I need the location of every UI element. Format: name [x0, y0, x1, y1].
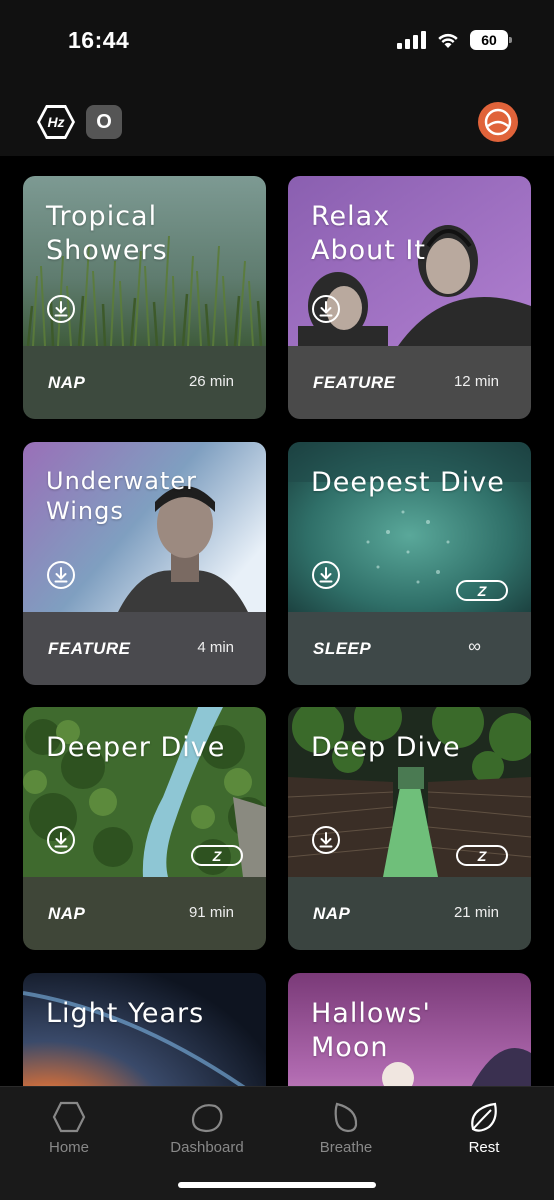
card-relax-about-it[interactable]: Relax About It FEATURE 12 min [288, 176, 531, 419]
leaf-icon [471, 1102, 497, 1132]
card-duration: 91 min [188, 904, 234, 921]
rest-content-grid: Tropical Showers NAP 26 min Relax About … [0, 156, 554, 1086]
card-category: NAP [48, 373, 86, 392]
sleep-z-badge: Z [456, 845, 508, 866]
sleep-z-badge: Z [191, 845, 243, 866]
hz-label: Hz [47, 114, 65, 130]
tab-label: Breathe [319, 1139, 373, 1156]
card-category: FEATURE [48, 639, 131, 658]
home-indicator [178, 1182, 376, 1188]
card-duration: ∞ [468, 636, 481, 656]
tab-dashboard[interactable]: Dashboard [152, 1101, 262, 1161]
card-title: Deeper Dive [46, 732, 226, 763]
card-category: NAP [48, 904, 86, 923]
hz-badge-button[interactable]: Hz [36, 104, 76, 140]
card-category: SLEEP [313, 639, 372, 658]
card-title: Relax About It [311, 201, 426, 266]
card-title: Deep Dive [311, 732, 461, 763]
o-badge-button[interactable]: O [86, 105, 122, 139]
card-title: Underwater Wings [46, 467, 198, 525]
card-title: Deepest Dive [311, 467, 505, 498]
tab-label: Rest [468, 1139, 500, 1156]
download-icon[interactable] [46, 825, 76, 855]
sleep-z-badge: Z [456, 580, 508, 601]
card-duration: 4 min [197, 639, 234, 656]
app-header: Hz O [0, 86, 554, 156]
blob-icon [191, 1104, 223, 1133]
card-category: FEATURE [313, 373, 396, 392]
card-underwater-wings[interactable]: Underwater Wings FEATURE 4 min [23, 442, 266, 685]
tab-home[interactable]: Home [14, 1101, 124, 1161]
card-duration: 21 min [453, 904, 499, 921]
card-deep-dive[interactable]: Deep Dive Z NAP 21 min [288, 707, 531, 950]
card-title: Tropical Showers [46, 201, 168, 266]
download-icon[interactable] [46, 560, 76, 590]
status-time: 16:44 [68, 27, 130, 53]
cellular-signal-icon [397, 31, 426, 49]
battery-indicator: 60 [470, 30, 512, 50]
tab-label: Home [48, 1139, 89, 1156]
profile-icon[interactable] [478, 102, 518, 142]
card-title: Light Years [46, 998, 205, 1029]
card-tropical-showers[interactable]: Tropical Showers NAP 26 min [23, 176, 266, 419]
card-category: NAP [313, 904, 351, 923]
download-icon[interactable] [311, 560, 341, 590]
status-bar: 16:44 60 [0, 0, 554, 86]
card-duration: 12 min [453, 373, 499, 390]
card-duration: 26 min [188, 373, 234, 390]
tab-label: Dashboard [170, 1139, 244, 1156]
wifi-icon [438, 33, 458, 48]
download-icon[interactable] [311, 825, 341, 855]
card-title: Hallows' Moon [311, 998, 431, 1063]
card-deepest-dive[interactable]: Deepest Dive Z SLEEP ∞ [288, 442, 531, 685]
card-hallows-moon[interactable]: Hallows' Moon [288, 973, 531, 1086]
download-icon[interactable] [46, 294, 76, 324]
download-icon[interactable] [311, 294, 341, 324]
status-indicators: 60 [397, 30, 512, 50]
tab-breathe[interactable]: Breathe [291, 1101, 401, 1161]
card-light-years[interactable]: Light Years [23, 973, 266, 1086]
tab-rest[interactable]: Rest [429, 1101, 539, 1161]
card-deeper-dive[interactable]: Deeper Dive Z NAP 91 min [23, 707, 266, 950]
hexagon-icon [52, 1101, 86, 1133]
leaf-outline-icon [334, 1102, 358, 1133]
